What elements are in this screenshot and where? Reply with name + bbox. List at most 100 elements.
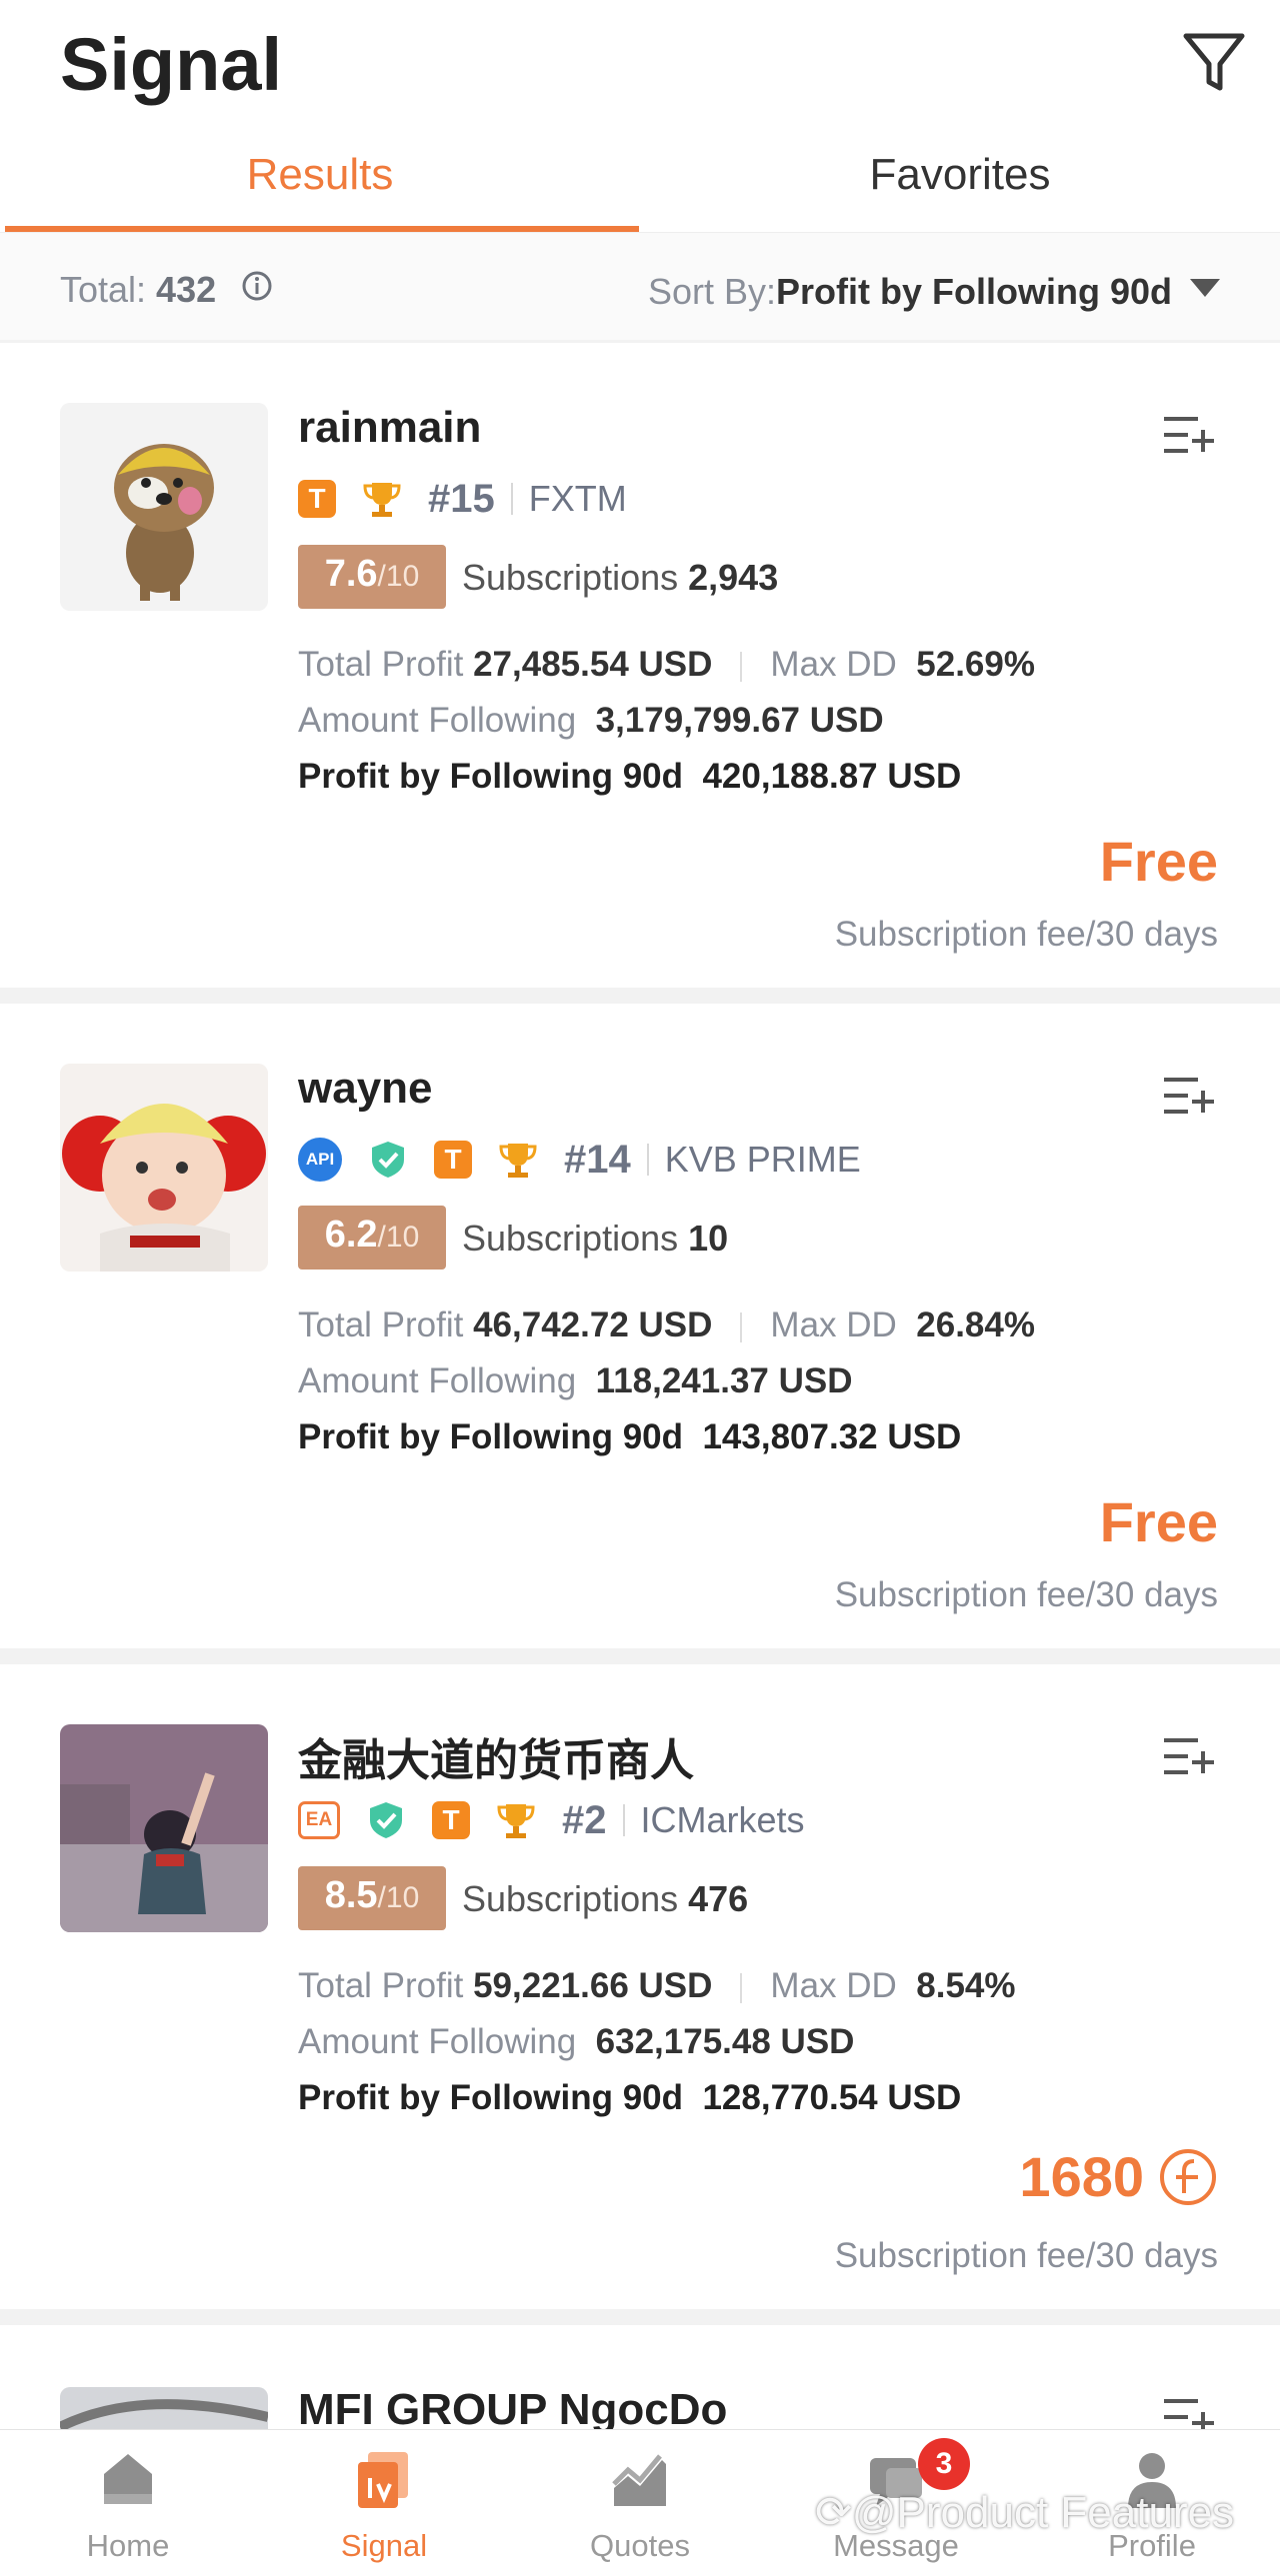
profit-90d-value: 128,770.54 USD [702,2078,962,2117]
sort-selector[interactable]: Sort By:Profit by Following 90d [648,271,1172,313]
broker: ICMarkets [640,1799,805,1840]
add-to-favorites-icon[interactable] [1160,411,1216,461]
total-profit-label: Total Profit [298,645,464,684]
total-profit-label: Total Profit [298,1966,464,2005]
partial-avatar-image [60,2387,268,2435]
max-dd-label: Max DD [770,1966,897,2005]
amount-following-label: Amount Following [298,1361,577,1400]
subscriptions-label: Subscriptions [462,557,679,598]
subscriptions: Subscriptions 2,943 [462,557,778,599]
amount-following-label: Amount Following [298,701,577,740]
trophy-icon [499,1144,537,1178]
amount-following-value: 3,179,799.67 USD [595,701,884,740]
home-icon [104,2454,152,2504]
broker: KVB PRIME [664,1139,861,1180]
trader-badge-icon: T [298,480,336,518]
total-profit-value: 59,221.66 USD [473,1966,713,2005]
max-dd-value: 26.84% [916,1305,1035,1344]
add-to-favorites-icon[interactable] [1160,1072,1216,1122]
ea-badge-icon: EA [298,1801,340,1839]
max-dd-label: Max DD [770,1305,897,1344]
watermark-logo-icon: ⟳ [815,2488,852,2537]
message-count-badge: 3 [918,2438,970,2490]
tab-favorites[interactable]: Favorites [640,150,1280,200]
amount-following-label: Amount Following [298,2022,577,2061]
score-badge: 6.2/10 [298,1206,446,1270]
max-dd-value: 8.54% [916,1966,1016,2005]
total-profit-value: 46,742.72 USD [473,1305,713,1344]
avatar [60,403,268,611]
signal-name: MFI GROUP NgocDo [298,2385,728,2434]
signal-card[interactable]: rainmain T #15 FXTM 7.6/10 Subscriptions… [0,343,1280,988]
divider [646,1144,649,1176]
amount-following-value: 118,241.37 USD [595,1361,853,1400]
subscription-price: Free [1100,829,1218,894]
nav-signal-label: Signal [340,2528,428,2563]
price-value: 1680 [1019,2145,1144,2208]
stats-row: Total Profit 27,485.54 USD Max DD 52.69% [298,645,1035,685]
signal-card[interactable]: MFI GROUP NgocDo [0,2325,1280,2435]
nav-signal[interactable]: Signal [256,2430,512,2576]
verified-shield-icon [370,1802,402,1838]
trophy-icon [363,483,401,517]
subscriptions-value: 476 [688,1878,749,1919]
tab-results[interactable]: Results [0,150,640,200]
total-profit-value: 27,485.54 USD [473,645,713,684]
avatar [60,2387,268,2435]
signal-card[interactable]: wayne API T #14 KVB PRIME 6.2/10 Subscri… [0,1004,1280,1648]
subscription-price: 1680 [1019,2144,1218,2209]
avatar [60,1064,268,1272]
dog-avatar-image [60,403,268,611]
nav-quotes[interactable]: Quotes [512,2430,768,2576]
subscription-fee-label: Subscription fee/30 days [834,2236,1218,2275]
quotes-icon [612,2454,666,2506]
info-icon[interactable] [240,269,274,303]
page-title: Signal [60,23,283,106]
header: Signal Results Favorites [0,0,1280,232]
subscriptions-value: 10 [688,1218,729,1259]
coin-icon [1160,2148,1216,2205]
price-value: Free [1099,1490,1218,1553]
signal-name: 金融大道的货币商人 [298,1736,694,1785]
score-value: 7.6 [324,553,378,595]
total-count: Total: 432 [60,269,216,311]
profit-90d-label: Profit by Following 90d [298,1417,683,1456]
profit-90d-label: Profit by Following 90d [298,2078,683,2117]
sort-bar: Total: 432 Sort By:Profit by Following 9… [0,232,1280,340]
badge-row: API T #14 KVB PRIME [298,1132,861,1188]
max-dd-label: Max DD [770,645,897,684]
profit-90d-row: Profit by Following 90d 143,807.32 USD [298,1417,961,1457]
rank: #15 [428,476,495,521]
total-profit-label: Total Profit [298,1305,464,1344]
avatar [60,1724,268,1932]
subscriptions-label: Subscriptions [462,1878,679,1919]
score-max: /10 [377,560,420,593]
baby-avatar-image [60,1064,268,1272]
amount-following-value: 632,175.48 USD [595,2022,855,2061]
subscriptions: Subscriptions 476 [462,1878,748,1920]
amount-following-row: Amount Following 3,179,799.67 USD [298,701,884,741]
badge-row: T #15 FXTM [298,471,627,527]
subscriptions-label: Subscriptions [462,1218,679,1259]
subscriptions-value: 2,943 [688,557,779,598]
watermark-text: ⟳@Product Features [815,2487,1234,2538]
divider [740,1311,743,1342]
divider [740,1972,743,2003]
signal-icon [358,2452,408,2508]
divider [510,483,513,515]
broker: FXTM [528,478,627,519]
api-badge-icon: API [298,1138,342,1182]
profit-90d-row: Profit by Following 90d 128,770.54 USD [298,2078,961,2118]
watermark-label: @Product Features [851,2488,1235,2537]
filter-icon [1183,33,1245,91]
filter-button[interactable] [1180,28,1250,98]
divider [622,1804,625,1836]
add-to-favorites-icon[interactable] [1160,1732,1216,1782]
stats-row: Total Profit 59,221.66 USD Max DD 8.54% [298,1966,1016,2006]
caret-down-icon[interactable] [1190,279,1220,297]
signal-card[interactable]: 金融大道的货币商人 EA T #2 ICMarkets 8.5/10 Subsc… [0,1664,1280,2309]
nav-home[interactable]: Home [0,2430,256,2576]
trader-badge-icon: T [432,1801,470,1839]
subscription-fee-label: Subscription fee/30 days [834,915,1218,954]
score-value: 8.5 [324,1874,378,1916]
